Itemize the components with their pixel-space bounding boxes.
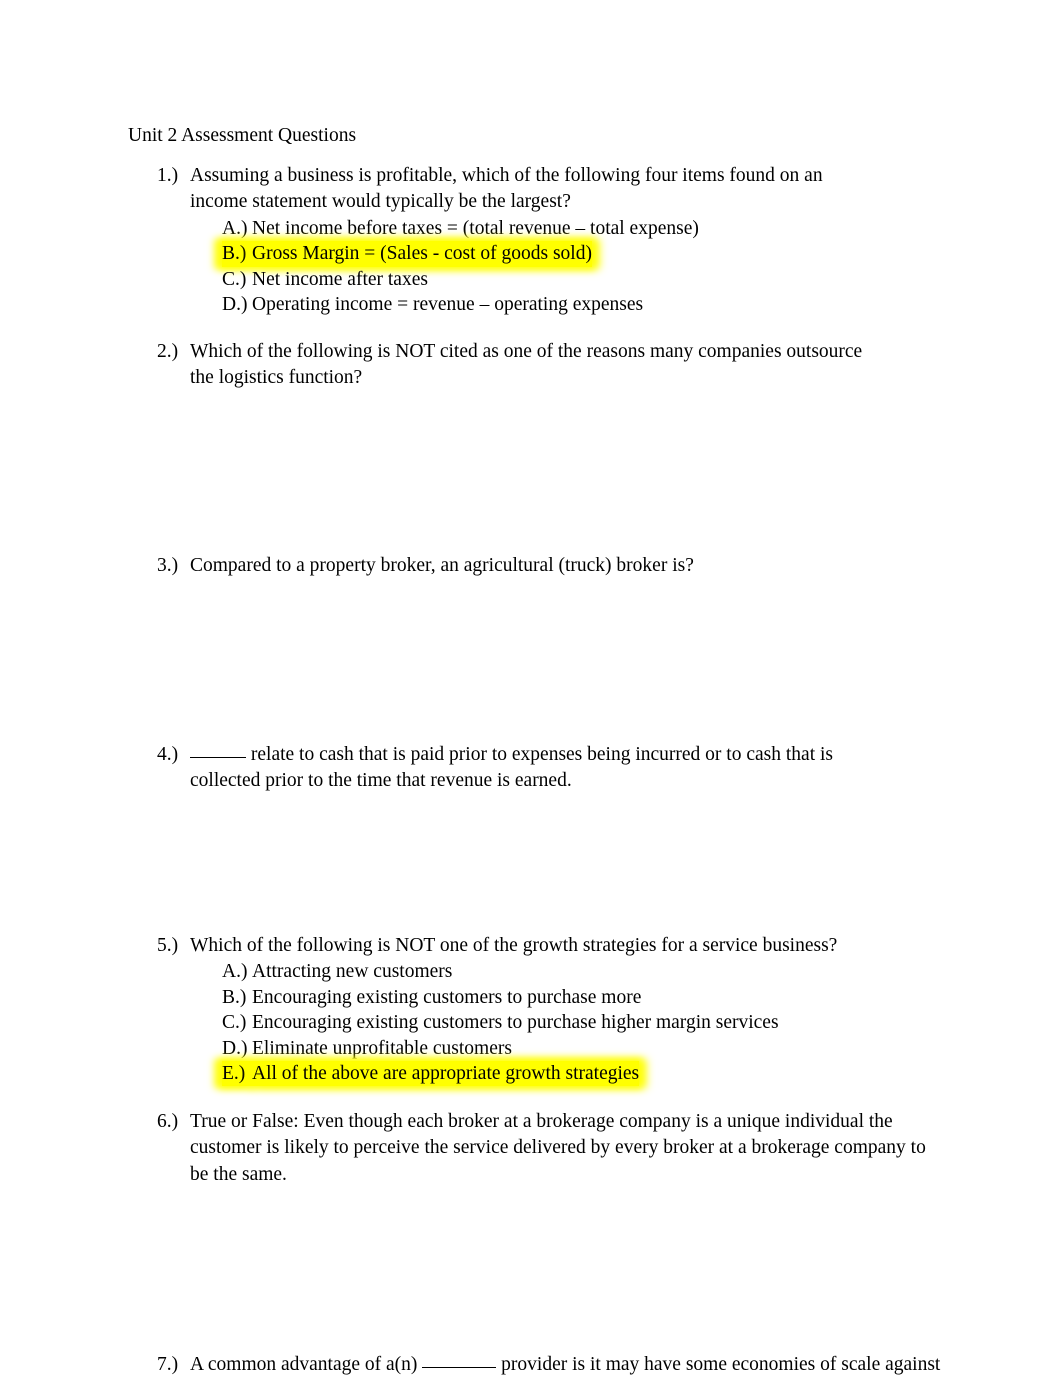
question-number: 3.) bbox=[157, 555, 179, 576]
option-item[interactable]: D.) Eliminate unprofitable customers bbox=[222, 1036, 879, 1061]
question-stem-suffix: provider is it may have some economies o… bbox=[496, 1354, 941, 1375]
option-letter: B.) bbox=[222, 241, 252, 267]
option-letter: C.) bbox=[222, 1012, 247, 1034]
question-number: 5.) bbox=[157, 935, 179, 956]
option-text: All of the above are appropriate growth … bbox=[252, 1061, 640, 1087]
option-text: Operating income = revenue – operating e… bbox=[252, 294, 644, 316]
option-text: Net income after taxes bbox=[252, 268, 428, 290]
question-number: 7.) bbox=[157, 1354, 179, 1375]
question-body: True or False: Even though each broker a… bbox=[190, 1109, 929, 1188]
question-item-7: 7.) A common advantage of a(n) provider … bbox=[157, 1352, 947, 1378]
question-stem: True or False: Even though each broker a… bbox=[190, 1111, 926, 1185]
question-item-4: 4.) relate to cash that is paid prior to… bbox=[157, 742, 897, 795]
option-list: A.) Net income before taxes = (total rev… bbox=[190, 216, 869, 318]
option-text: Encouraging existing customers to purcha… bbox=[252, 986, 642, 1008]
option-letter: D.) bbox=[222, 1037, 248, 1059]
question-number: 2.) bbox=[157, 341, 179, 362]
option-text: Net income before taxes = (total revenue… bbox=[252, 217, 699, 239]
option-item-highlighted[interactable]: E.) All of the above are appropriate gro… bbox=[222, 1061, 879, 1087]
question-item-6: 6.) True or False: Even though each brok… bbox=[157, 1109, 929, 1188]
option-item[interactable]: A.) Attracting new customers bbox=[222, 959, 879, 984]
page-title: Unit 2 Assessment Questions bbox=[128, 125, 357, 146]
question-stem: Which of the following is NOT one of the… bbox=[190, 935, 838, 956]
document-page: Unit 2 Assessment Questions 1.) Assuming… bbox=[0, 0, 1062, 1377]
question-stem-prefix: A common advantage of a(n) bbox=[190, 1354, 423, 1375]
question-stem-suffix: relate to cash that is paid prior to exp… bbox=[190, 744, 833, 792]
option-item[interactable]: A.) Net income before taxes = (total rev… bbox=[222, 216, 869, 241]
option-letter: E.) bbox=[222, 1061, 252, 1087]
option-letter: C.) bbox=[222, 268, 247, 290]
question-item-5: 5.) Which of the following is NOT one of… bbox=[157, 933, 879, 1087]
question-body: Assuming a business is profitable, which… bbox=[190, 163, 869, 317]
option-text: Encouraging existing customers to purcha… bbox=[252, 1012, 779, 1034]
option-item[interactable]: C.) Net income after taxes bbox=[222, 267, 869, 292]
option-item[interactable]: D.) Operating income = revenue – operati… bbox=[222, 292, 869, 317]
question-body: Compared to a property broker, an agricu… bbox=[190, 553, 879, 579]
question-stem: Which of the following is NOT cited as o… bbox=[190, 341, 863, 389]
question-body: Which of the following is NOT cited as o… bbox=[190, 339, 879, 392]
question-stem: A common advantage of a(n) provider is i… bbox=[190, 1352, 947, 1378]
option-letter: D.) bbox=[222, 294, 248, 316]
question-stem: relate to cash that is paid prior to exp… bbox=[190, 742, 897, 795]
option-letter: A.) bbox=[222, 961, 248, 983]
fill-in-blank[interactable] bbox=[190, 744, 246, 758]
question-stem: Assuming a business is profitable, which… bbox=[190, 165, 823, 213]
question-body: A common advantage of a(n) provider is i… bbox=[190, 1352, 947, 1378]
question-item-1: 1.) Assuming a business is profitable, w… bbox=[157, 163, 869, 317]
question-number: 1.) bbox=[157, 165, 179, 186]
question-body: relate to cash that is paid prior to exp… bbox=[190, 742, 897, 795]
option-letter: A.) bbox=[222, 217, 248, 239]
question-item-3: 3.) Compared to a property broker, an ag… bbox=[157, 553, 879, 579]
question-item-2: 2.) Which of the following is NOT cited … bbox=[157, 339, 879, 392]
question-stem: Compared to a property broker, an agricu… bbox=[190, 555, 694, 576]
question-body: Which of the following is NOT one of the… bbox=[190, 933, 879, 1087]
option-text: Attracting new customers bbox=[252, 961, 453, 983]
option-letter: B.) bbox=[222, 986, 247, 1008]
option-item[interactable]: B.) Encouraging existing customers to pu… bbox=[222, 985, 879, 1010]
option-item-highlighted[interactable]: B.) Gross Margin = (Sales - cost of good… bbox=[222, 241, 869, 267]
option-text: Eliminate unprofitable customers bbox=[252, 1037, 512, 1059]
option-text: Gross Margin = (Sales - cost of goods so… bbox=[252, 241, 592, 267]
option-list: A.) Attracting new customers B.) Encoura… bbox=[190, 959, 879, 1087]
question-number: 4.) bbox=[157, 744, 179, 765]
fill-in-blank[interactable] bbox=[422, 1354, 497, 1368]
option-item[interactable]: C.) Encouraging existing customers to pu… bbox=[222, 1010, 879, 1035]
question-number: 6.) bbox=[157, 1111, 179, 1132]
